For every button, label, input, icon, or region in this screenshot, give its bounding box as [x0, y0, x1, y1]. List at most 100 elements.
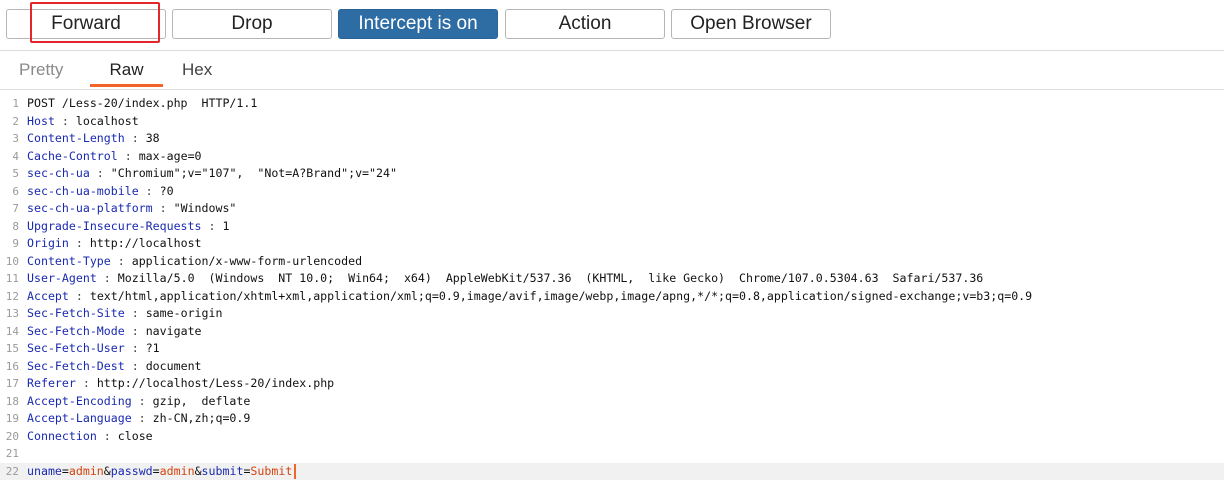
line-number: 6 [12, 184, 19, 198]
header-value: same-origin [145, 306, 223, 320]
editor-line: 11 User-Agent : Mozilla/5.0 (Windows NT 1… [0, 270, 1224, 288]
line-number: 8 [12, 219, 19, 233]
header-name: Content-Type [27, 253, 111, 268]
header-name: Upgrade-Insecure-Requests [27, 218, 202, 233]
open-browser-button[interactable]: Open Browser [671, 9, 831, 39]
header-value: 38 [145, 131, 160, 145]
header-value: gzip, deflate [152, 393, 251, 408]
header-value: application/x-www-form-urlencoded [131, 253, 363, 268]
editor-line: 16 Sec-Fetch-Dest : document [0, 358, 1224, 376]
line-number: 19 [5, 412, 19, 425]
header-name: Accept [27, 288, 69, 303]
line-content: Sec-Fetch-Mode : navigate [27, 323, 202, 341]
header-name: Accept-Language [27, 411, 132, 425]
header-value: 1 [222, 218, 230, 233]
line-number: 21 [5, 447, 19, 460]
line-content: Origin : http://localhost [27, 235, 202, 253]
line-content: Host : localhost [27, 113, 139, 131]
header-name: sec-ch-ua [27, 166, 90, 180]
action-button[interactable]: Action [505, 9, 665, 39]
line-number: 2 [12, 114, 19, 128]
header-value: http://localhost/Less-20/index.php [96, 376, 335, 390]
header-value: localhost [75, 113, 139, 128]
editor-line: 7 sec-ch-ua-platform : "Windows" [0, 200, 1224, 218]
editor-line: 13 Sec-Fetch-Site : same-origin [0, 305, 1224, 323]
line-number: 20 [5, 429, 19, 443]
tab-raw[interactable]: Raw [90, 60, 163, 87]
editor-line: 18 Accept-Encoding : gzip, deflate [0, 393, 1224, 411]
message-view-tabs: Pretty Raw Hex [0, 51, 1224, 90]
param-value: admin [68, 463, 104, 478]
editor-line: 14 Sec-Fetch-Mode : navigate [0, 323, 1224, 341]
line-number: 12 [5, 289, 19, 303]
header-value: ?0 [159, 183, 174, 198]
header-value: close [117, 428, 153, 443]
header-separator: : [131, 393, 153, 408]
header-separator: : [131, 411, 153, 425]
header-value: navigate [145, 323, 202, 338]
param-separator: & [194, 463, 202, 478]
line-number: 13 [5, 307, 19, 320]
editor-line: 9 Origin : http://localhost [0, 235, 1224, 253]
line-content: Accept : text/html,application/xhtml+xml… [27, 288, 1032, 306]
line-number: 9 [12, 237, 19, 250]
editor-line: 17 Referer : http://localhost/Less-20/ind… [0, 375, 1224, 393]
header-separator: : [138, 183, 160, 198]
line-content: sec-ch-ua : "Chromium";v="107", "Not=A?B… [27, 165, 397, 183]
line-content: User-Agent : Mozilla/5.0 (Windows NT 10.… [27, 270, 983, 288]
header-value: Mozilla/5.0 (Windows NT 10.0; Win64; x64… [117, 271, 984, 285]
line-number: 22 [5, 464, 19, 478]
request-line: POST /Less-20/index.php HTTP/1.1 [27, 96, 258, 110]
forward-button[interactable]: Forward [6, 9, 166, 39]
header-value: max-age=0 [138, 148, 202, 163]
header-name: Referer [27, 376, 76, 390]
header-value: ?1 [145, 341, 160, 355]
header-separator: : [54, 113, 76, 128]
editor-line: 19 Accept-Language : zh-CN,zh;q=0.9 [0, 410, 1224, 428]
editor-line: 4 Cache-Control : max-age=0 [0, 148, 1224, 166]
header-separator: : [110, 253, 132, 268]
text-cursor [294, 463, 297, 479]
line-number: 5 [12, 167, 19, 180]
editor-line: 5 sec-ch-ua : "Chromium";v="107", "Not=A?… [0, 165, 1224, 183]
param-key: submit [201, 463, 244, 478]
header-name: Sec-Fetch-Site [27, 306, 125, 320]
editor-line: 12 Accept : text/html,application/xhtml+x… [0, 288, 1224, 306]
header-separator: : [152, 201, 174, 215]
header-value: "Chromium";v="107", "Not=A?Brand";v="24" [110, 166, 397, 180]
line-content: Referer : http://localhost/Less-20/index… [27, 375, 334, 393]
header-separator: : [201, 218, 223, 233]
drop-button[interactable]: Drop [172, 9, 332, 39]
line-number: 4 [12, 149, 19, 163]
header-separator: : [124, 358, 146, 373]
line-content: Content-Type : application/x-www-form-ur… [27, 253, 362, 271]
intercept-toggle-button[interactable]: Intercept is on [338, 9, 498, 39]
header-name: Content-Length [27, 131, 125, 145]
line-number: 11 [5, 272, 19, 285]
header-separator: : [96, 271, 118, 285]
line-number: 16 [5, 359, 19, 373]
header-name: Origin [27, 236, 69, 250]
tab-hex[interactable]: Hex [182, 60, 212, 87]
header-name: Host [27, 113, 55, 128]
line-content: Content-Length : 38 [27, 130, 160, 148]
request-editor[interactable]: 1 POST /Less-20/index.php HTTP/1.1 2 Host :… [0, 91, 1224, 501]
header-name: sec-ch-ua-platform [27, 201, 153, 215]
line-number: 3 [12, 132, 19, 145]
editor-line: 15 Sec-Fetch-User : ?1 [0, 340, 1224, 358]
line-content: Cache-Control : max-age=0 [27, 148, 202, 166]
param-equals: = [152, 463, 160, 478]
param-separator: & [103, 463, 111, 478]
line-number: 15 [5, 342, 19, 355]
header-name: Sec-Fetch-Dest [27, 358, 125, 373]
line-content: Connection : close [27, 428, 153, 446]
tab-pretty[interactable]: Pretty [19, 60, 63, 87]
line-content: sec-ch-ua-platform : "Windows" [27, 200, 236, 218]
line-content: Sec-Fetch-Dest : document [27, 358, 202, 376]
editor-line: 8 Upgrade-Insecure-Requests : 1 [0, 218, 1224, 236]
header-separator: : [68, 288, 90, 303]
header-name: User-Agent [27, 271, 97, 285]
line-content: Sec-Fetch-Site : same-origin [27, 305, 222, 323]
header-value: document [145, 358, 202, 373]
header-separator: : [124, 131, 146, 145]
